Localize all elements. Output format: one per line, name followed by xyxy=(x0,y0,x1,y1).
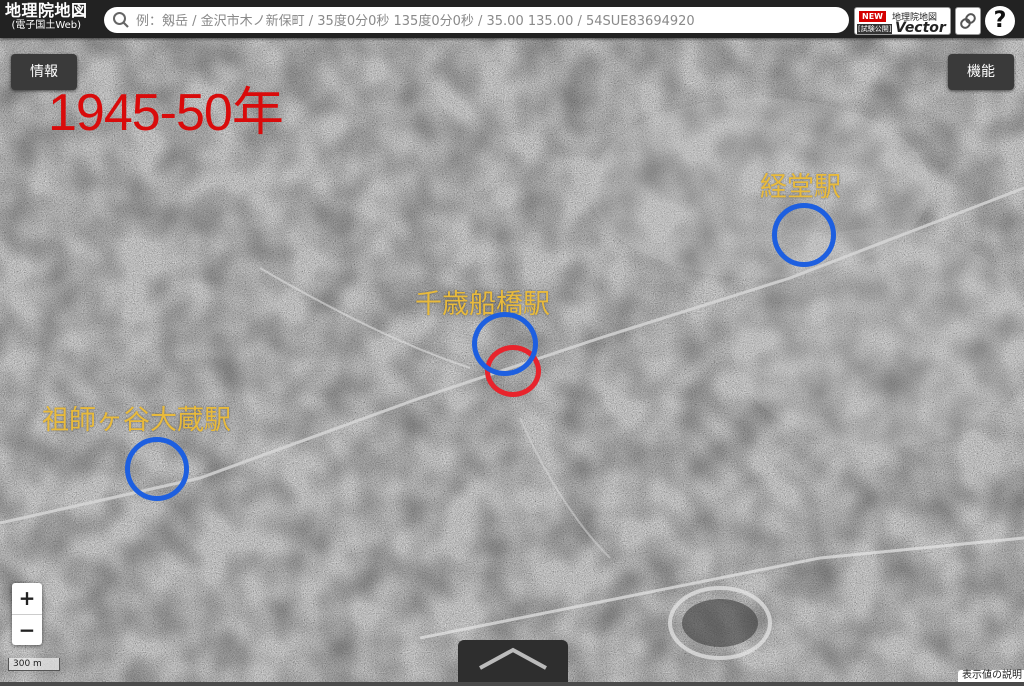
link-icon xyxy=(960,13,976,29)
station-marker-kyodo xyxy=(772,203,836,267)
zoom-control: + − xyxy=(12,583,42,645)
app-logo[interactable]: 地理院地図 (電子国土Web) xyxy=(5,3,88,31)
app-logo-title: 地理院地図 xyxy=(5,1,88,20)
zoom-in-button[interactable]: + xyxy=(12,583,42,615)
vector-label: Vector xyxy=(895,20,946,36)
search-box xyxy=(104,7,849,33)
search-icon[interactable] xyxy=(112,11,130,29)
year-annotation: 1945-50年 xyxy=(48,84,284,142)
share-link-button[interactable] xyxy=(955,7,981,35)
display-value-explanation-link[interactable]: 表示値の説明 xyxy=(958,670,1024,682)
function-button[interactable]: 機能 xyxy=(948,54,1014,90)
station-marker-chitose-funabashi xyxy=(472,312,538,376)
vector-trial-label: [試験公開] xyxy=(857,24,893,34)
scale-bar: 300 m xyxy=(8,658,60,671)
station-label-kyodo: 経堂駅 xyxy=(760,172,841,203)
help-button[interactable]: ? xyxy=(985,6,1015,36)
search-input[interactable] xyxy=(134,9,838,33)
bottom-panel-toggle[interactable] xyxy=(458,640,568,682)
chevron-up-icon xyxy=(479,647,547,670)
station-label-soshigaya-okura: 祖師ヶ谷大蔵駅 xyxy=(42,405,231,436)
vector-map-button[interactable]: NEW 地理院地図 [試験公開] Vector xyxy=(854,7,951,36)
new-badge: NEW xyxy=(859,11,886,22)
app-logo-subtitle: (電子国土Web) xyxy=(11,20,82,31)
top-bar: 地理院地図 (電子国土Web) NEW 地理院地図 [試験公開] Vector … xyxy=(0,0,1024,38)
station-marker-soshigaya-okura xyxy=(125,437,189,501)
station-label-chitose-funabashi: 千歳船橋駅 xyxy=(415,289,550,320)
zoom-out-button[interactable]: − xyxy=(12,615,42,646)
